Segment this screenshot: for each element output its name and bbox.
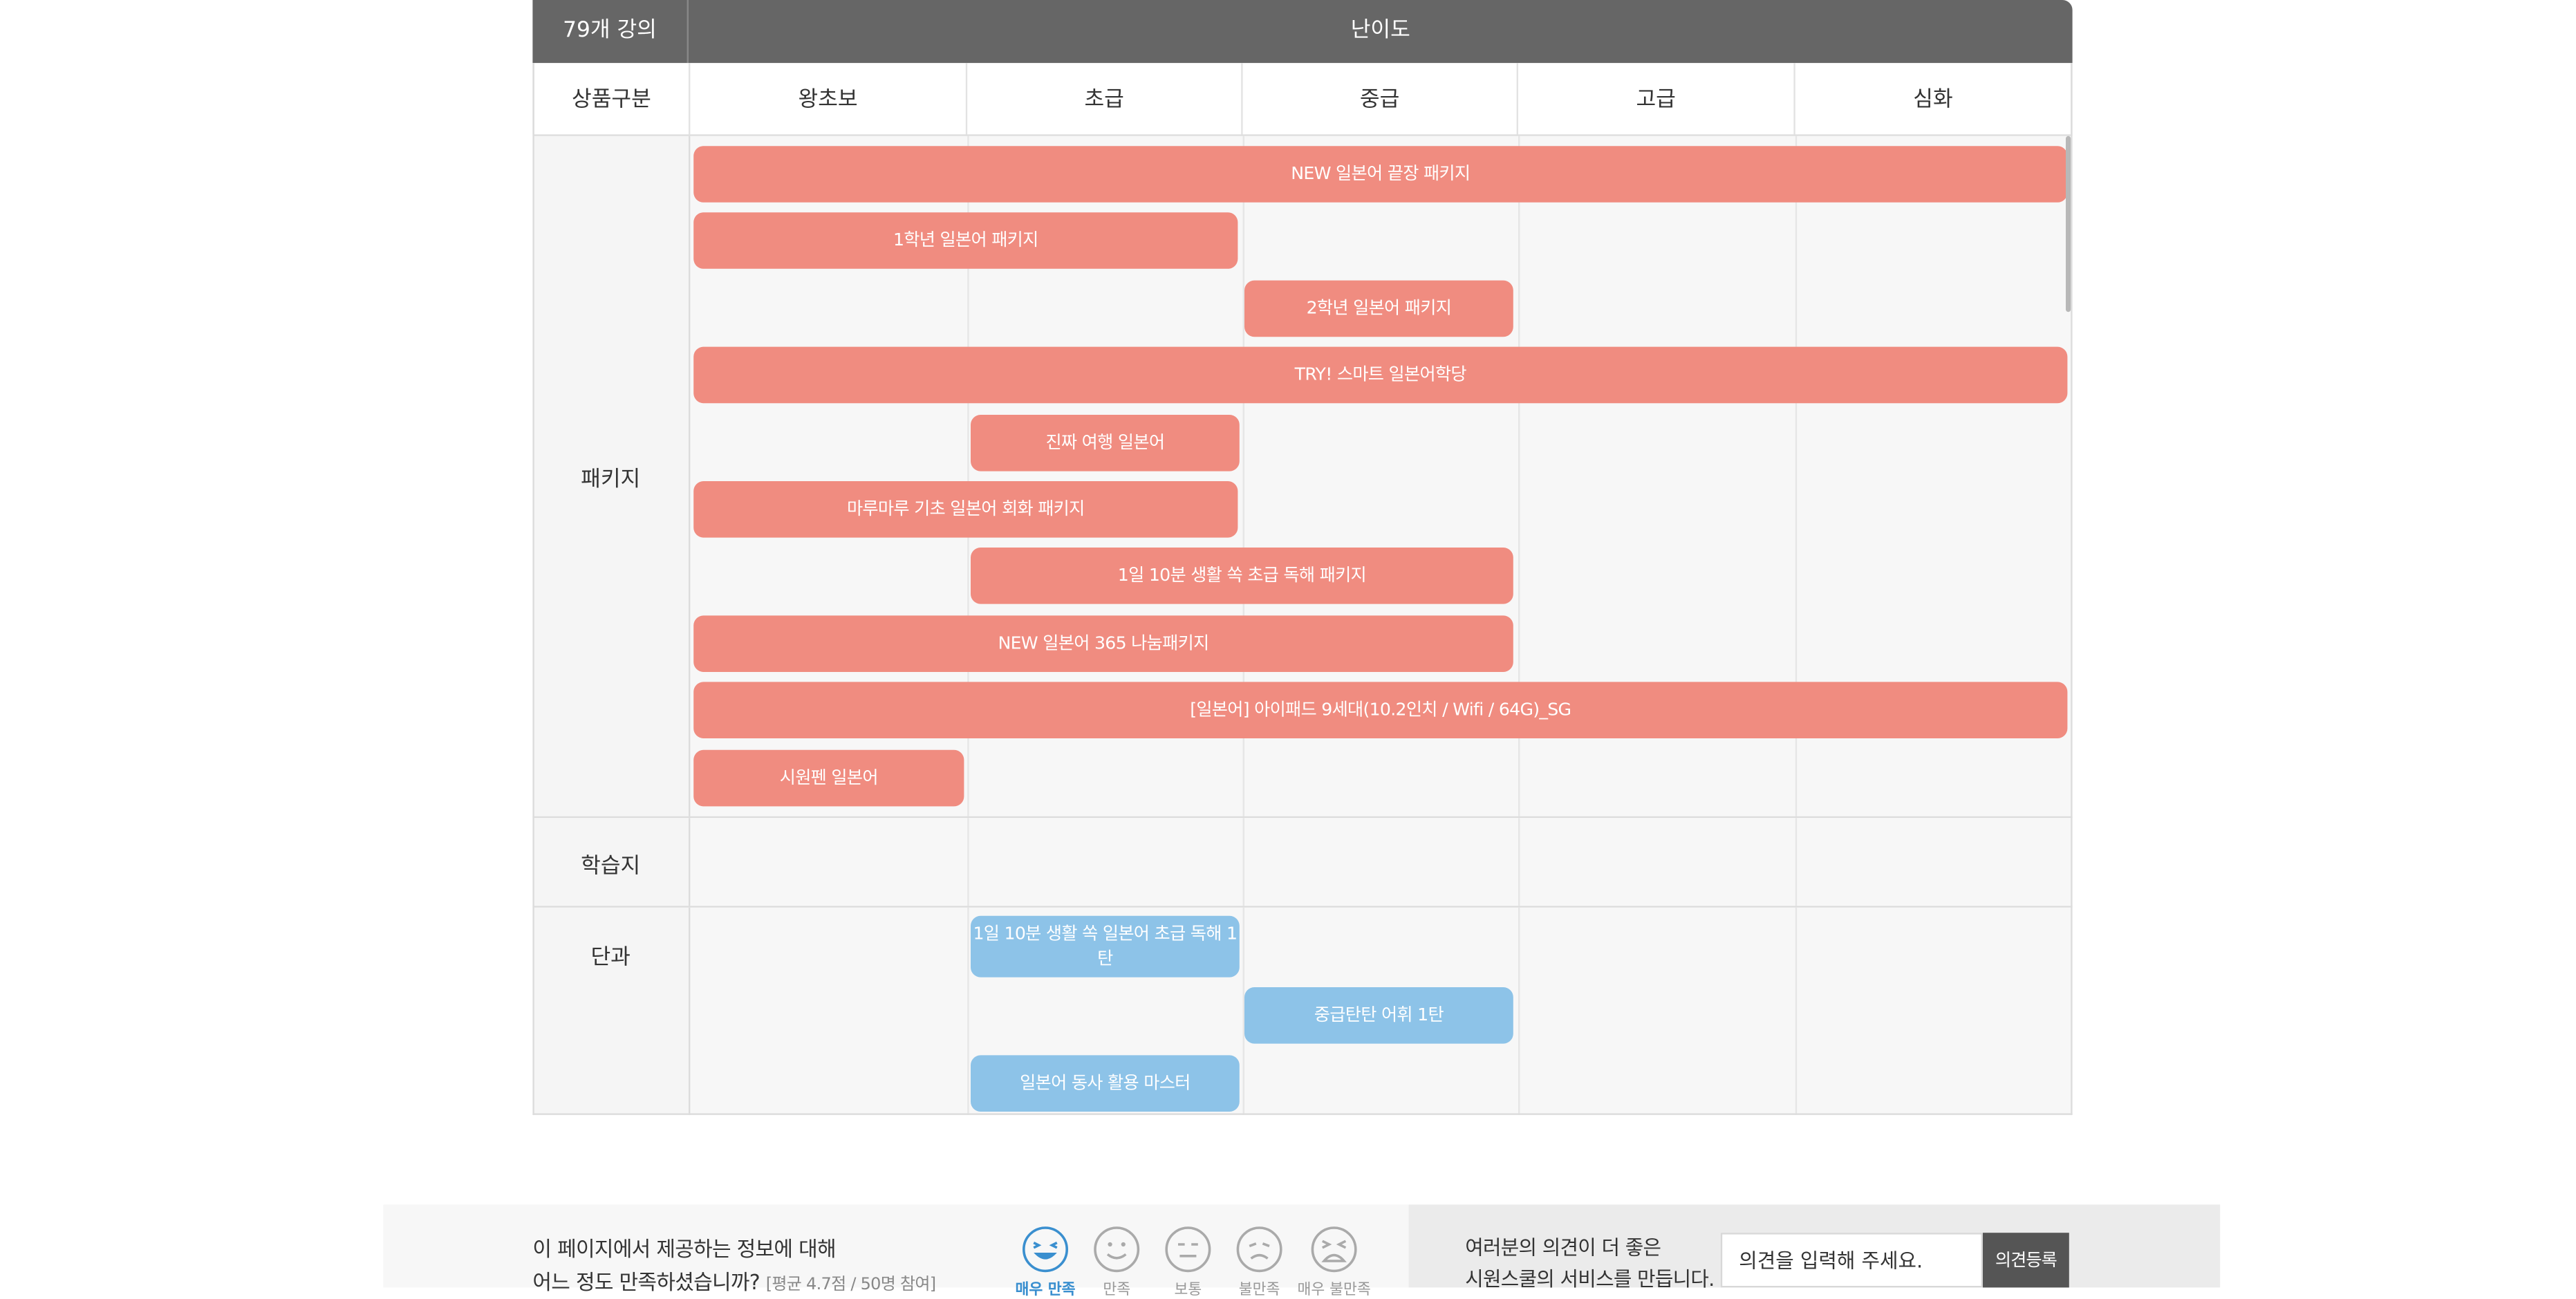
course-count: 79개 강의 [532, 0, 689, 64]
category-workbook-label: 학습지 [581, 854, 641, 879]
level-intermediate: 중급 [1243, 63, 1518, 135]
neutral-face-icon [1165, 1226, 1211, 1273]
package-bar[interactable]: 진짜 여행 일본어 [971, 415, 1240, 471]
rating-label: 만족 [1103, 1282, 1131, 1299]
package-bar[interactable]: 시원펜 일본어 [693, 749, 964, 807]
package-bar[interactable]: 2학년 일본어 패키지 [1244, 280, 1513, 337]
package-bar[interactable]: NEW 일본어 끝장 패키지 [693, 146, 2068, 203]
level-advanced: 고급 [1518, 63, 1795, 135]
category-header: 상품구분 [532, 63, 691, 135]
course-level-table: 79개 강의 난이도 상품구분 왕초보 초급 중급 고급 심화 패키지 NEW … [532, 0, 2073, 1115]
rating-very-dissatisfied[interactable]: 매우 불만족 [1297, 1224, 1371, 1299]
opinion-section: 여러분의 의견이 더 좋은 시원스쿨의 서비스를 만듭니다. 의견등록 [1408, 1204, 2221, 1291]
package-bars-area: NEW 일본어 끝장 패키지 1학년 일본어 패키지 2학년 일본어 패키지 T… [690, 135, 2071, 816]
single-course-bar[interactable]: 일본어 동사 활용 마스터 [971, 1055, 1240, 1112]
opinion-text-line1: 여러분의 의견이 더 좋은 [1465, 1236, 1661, 1260]
single-course-bar[interactable]: 1일 10분 생활 쏙 일본어 초급 독해 1탄 [971, 915, 1240, 978]
dissatisfied-face-icon [1236, 1226, 1282, 1273]
survey-average: [평균 4.7점 / 50명 참여] [765, 1275, 936, 1295]
rating-very-satisfied[interactable]: 매우 만족 [1015, 1224, 1076, 1299]
level-beginner-zero: 왕초보 [690, 63, 968, 135]
category-workbook: 학습지 [532, 818, 691, 906]
package-bar[interactable]: [일본어] 아이패드 9세대(10.2인치 / Wifi / 64G)_SG [693, 682, 2068, 738]
single-course-bar[interactable]: 중급탄탄 어휘 1탄 [1244, 987, 1513, 1044]
category-package: 패키지 [532, 135, 691, 816]
rating-label: 보통 [1174, 1282, 1202, 1299]
difficulty-header: 난이도 [1350, 18, 1410, 44]
package-bar[interactable]: 1학년 일본어 패키지 [693, 212, 1238, 269]
rating-label: 매우 만족 [1015, 1282, 1076, 1299]
level-beginner: 초급 [967, 63, 1243, 135]
package-bar[interactable]: NEW 일본어 365 나눔패키지 [693, 615, 1513, 673]
opinion-submit-button[interactable]: 의견등록 [1983, 1233, 2069, 1288]
package-bar[interactable]: 1일 10분 생활 쏙 초급 독해 패키지 [971, 548, 1513, 604]
opinion-input[interactable] [1720, 1233, 1983, 1288]
feedback-panel: 이 페이지에서 제공하는 정보에 대해 어느 정도 만족하셨습니까? [평균 4… [383, 1204, 2221, 1299]
category-single-label: 단과 [590, 946, 631, 971]
package-bar[interactable]: TRY! 스마트 일본어학당 [693, 346, 2068, 404]
survey-question-line1: 이 페이지에서 제공하는 정보에 대해 [532, 1236, 836, 1262]
category-package-label: 패키지 [581, 467, 641, 493]
package-bar[interactable]: 마루마루 기초 일본어 회화 패키지 [693, 481, 1238, 538]
single-bars-area: 1일 10분 생활 쏙 일본어 초급 독해 1탄 중급탄탄 어휘 1탄 일본어 … [690, 907, 2071, 1115]
rating-dissatisfied[interactable]: 불만족 [1235, 1224, 1285, 1299]
rating-label: 불만족 [1238, 1282, 1280, 1299]
very-dissatisfied-face-icon [1311, 1226, 1357, 1273]
opinion-text-line2: 시원스쿨의 서비스를 만듭니다. [1465, 1267, 1715, 1291]
survey-question-line2: 어느 정도 만족하셨습니까? [평균 4.7점 / 50명 참여] [532, 1269, 936, 1295]
level-header-row: 상품구분 왕초보 초급 중급 고급 심화 [532, 63, 2073, 136]
level-expert: 심화 [1795, 63, 2073, 135]
table-header: 79개 강의 난이도 [532, 0, 2073, 64]
satisfaction-survey: 이 페이지에서 제공하는 정보에 대해 어느 정도 만족하셨습니까? [평균 4… [383, 1204, 1409, 1299]
rating-satisfied[interactable]: 만족 [1092, 1224, 1141, 1299]
rating-label: 매우 불만족 [1297, 1282, 1371, 1299]
very-satisfied-face-icon [1023, 1226, 1069, 1273]
table-scrollbar[interactable] [2066, 135, 2071, 312]
rating-neutral[interactable]: 보통 [1163, 1224, 1213, 1299]
category-single: 단과 [532, 907, 691, 1115]
workbook-bars-area [690, 818, 2071, 906]
satisfied-face-icon [1094, 1226, 1140, 1273]
